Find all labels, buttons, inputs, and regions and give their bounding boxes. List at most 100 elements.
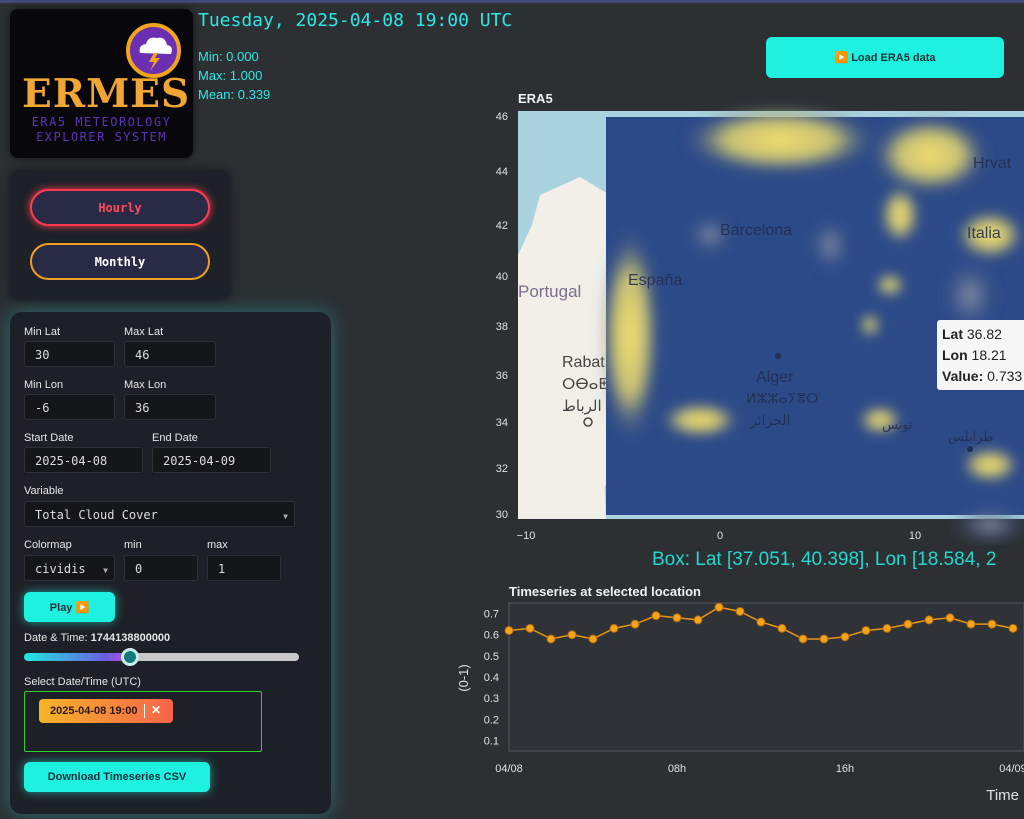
chart-ytick-label: 0.3 — [484, 693, 499, 705]
caret-down-icon: ▼ — [283, 512, 288, 521]
max-lon-label: Max Lon — [124, 379, 167, 391]
cmin-label: min — [124, 539, 142, 551]
tooltip-lat-value: 36.82 — [966, 326, 1002, 342]
load-era5-button[interactable]: ▶️ Load ERA5 data — [766, 37, 1004, 78]
series-point[interactable] — [966, 619, 976, 629]
chart-xlabel: Time — [986, 787, 1019, 804]
city-marker-tripoli — [967, 446, 973, 452]
logo-wordmark: ERMES — [22, 71, 191, 117]
datetime-label-text: Date & Time: — [24, 632, 88, 644]
series-point[interactable] — [861, 625, 871, 635]
chart-ytick-label: 0.4 — [484, 672, 499, 684]
series-point[interactable] — [588, 634, 598, 644]
place-label-hrvatska: Hrvat — [973, 155, 1012, 172]
series-point[interactable] — [651, 611, 661, 621]
tooltip-lon: Lon 18.21 — [942, 345, 1024, 366]
colormap-label: Colormap — [24, 539, 72, 551]
chart-xtick-label: 16h — [836, 763, 854, 775]
era5-map[interactable]: ERA5 Portugal Rabat ⵔⴱⴰⵟ الرباط España B… — [470, 85, 1024, 545]
map-ytick: 36 — [496, 370, 508, 382]
series-point[interactable] — [1008, 623, 1018, 633]
stats-block: Min: 0.000 Max: 1.000 Mean: 0.339 — [198, 47, 270, 104]
place-label-portugal: Portugal — [518, 282, 581, 301]
series-point[interactable] — [735, 606, 745, 616]
chart-ytick-label: 0.6 — [484, 630, 499, 642]
series-point[interactable] — [840, 632, 850, 642]
series-point[interactable] — [945, 613, 955, 623]
min-lat-input[interactable]: 30 — [24, 341, 115, 367]
series-point[interactable] — [567, 630, 577, 640]
controls-panel: Min Lat 30 Max Lat 46 Min Lon -6 Max Lon… — [10, 312, 331, 814]
timeseries-chart[interactable]: Timeseries at selected location (0-1) Ti… — [440, 578, 1024, 819]
place-label-alger: Alger — [756, 369, 794, 386]
place-label-tripoli: طرابلس — [948, 430, 994, 445]
series-point[interactable] — [777, 623, 787, 633]
map-ytick: 42 — [496, 220, 508, 232]
series-point[interactable] — [756, 617, 766, 627]
max-lon-input[interactable]: 36 — [124, 394, 216, 420]
place-label-rabat-arabic: الرباط — [562, 397, 602, 415]
map-title: ERA5 — [518, 91, 553, 106]
chart-ytick-label: 0.2 — [484, 714, 499, 726]
tooltip-lat-label: Lat — [942, 326, 963, 342]
map-ytick: 40 — [496, 271, 508, 283]
series-point[interactable] — [798, 634, 808, 644]
stat-mean: Mean: 0.339 — [198, 87, 271, 102]
end-date-label: End Date — [152, 432, 198, 444]
end-date-input[interactable]: 2025-04-09 — [152, 447, 271, 473]
map-xtick: 10 — [909, 530, 921, 542]
download-csv-button[interactable]: Download Timeseries CSV — [24, 762, 210, 792]
cmin-input[interactable]: 0 — [124, 555, 198, 581]
series-point[interactable] — [903, 619, 913, 629]
datetime-multiselect[interactable]: 2025-04-08 19:00 ✕ — [24, 691, 262, 752]
datetime-slider-track[interactable] — [24, 653, 299, 661]
min-lon-input[interactable]: -6 — [24, 394, 115, 420]
map-ytick: 32 — [496, 463, 508, 475]
series-point[interactable] — [672, 613, 682, 623]
series-point[interactable] — [525, 623, 535, 633]
series-point[interactable] — [987, 619, 997, 629]
place-label-alger-tifinagh: ⵍⵣⵣⴰⵢⴻⵔ — [746, 391, 818, 407]
stat-min: Min: 0.000 — [198, 49, 259, 64]
max-lat-input[interactable]: 46 — [124, 341, 216, 367]
monthly-button[interactable]: Monthly — [30, 243, 210, 280]
close-icon[interactable]: ✕ — [151, 703, 161, 717]
series-point[interactable] — [714, 602, 724, 612]
chart-ylabel: (0-1) — [456, 664, 471, 691]
tooltip-lat: Lat 36.82 — [942, 324, 1024, 345]
variable-label: Variable — [24, 485, 64, 497]
tooltip-lon-value: 18.21 — [971, 347, 1007, 363]
series-point[interactable] — [609, 623, 619, 633]
colormap-select-value: cividis — [35, 562, 86, 576]
map-ytick: 34 — [496, 417, 508, 429]
datetime-slider-label: Date & Time: 1744138800000 — [24, 632, 170, 644]
hourly-button[interactable]: Hourly — [30, 189, 210, 226]
datetime-chip: 2025-04-08 19:00 ✕ — [39, 699, 173, 723]
min-lon-label: Min Lon — [24, 379, 64, 391]
series-point[interactable] — [693, 615, 703, 625]
datetime-slider-thumb[interactable] — [121, 648, 139, 666]
map-ytick: 38 — [496, 321, 508, 333]
place-label-tunis: تونس — [882, 418, 913, 433]
tooltip-value-label: Value: — [942, 368, 984, 384]
place-label-rabat: Rabat — [562, 354, 605, 371]
variable-select[interactable]: Total Cloud Cover ▼ — [24, 501, 295, 527]
series-point[interactable] — [882, 623, 892, 633]
map-hover-tooltip: Lat 36.82 Lon 18.21 Value: 0.733 — [937, 320, 1024, 390]
series-point[interactable] — [924, 615, 934, 625]
play-button[interactable]: Play ▶️ — [24, 592, 115, 622]
logo-subtitle-line2: EXPLORER SYSTEM — [36, 130, 167, 144]
map-ytick: 46 — [496, 111, 508, 123]
cmax-input[interactable]: 1 — [207, 555, 281, 581]
series-point[interactable] — [504, 625, 514, 635]
series-point[interactable] — [546, 634, 556, 644]
series-point[interactable] — [819, 634, 829, 644]
chart-ytick-label: 0.1 — [484, 735, 499, 747]
colormap-select[interactable]: cividis ▼ — [24, 555, 115, 581]
start-date-input[interactable]: 2025-04-08 — [24, 447, 143, 473]
series-point[interactable] — [630, 619, 640, 629]
ermes-logo: ERMES ERA5 METEOROLOGY EXPLORER SYSTEM — [10, 9, 193, 158]
start-date-label: Start Date — [24, 432, 74, 444]
chart-xtick-label: 04/09 — [999, 763, 1024, 775]
chart-ytick-label: 0.7 — [484, 609, 499, 621]
